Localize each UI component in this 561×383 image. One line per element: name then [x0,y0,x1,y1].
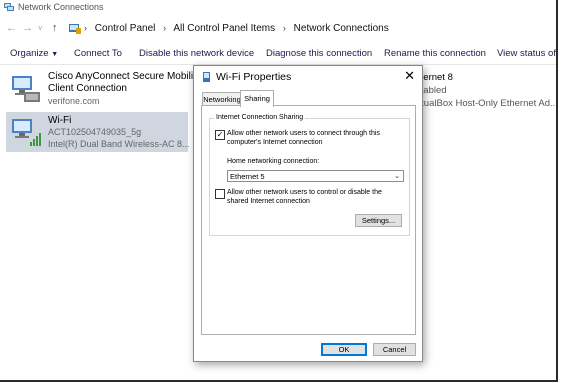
allow-connect-label: Allow other network users to connect thr… [227,130,380,137]
home-networking-label: Home networking connection: [227,158,320,165]
wifi-properties-dialog: Wi-Fi Properties ✕ Networking Sharing In… [193,65,423,362]
diagnose-button[interactable]: Diagnose this connection [266,48,372,59]
connection-name: Cisco AnyConnect Secure Mobility [48,71,201,82]
dropdown-arrow-icon: ▼ [51,51,59,58]
back-arrow-icon[interactable]: ← [6,22,17,34]
vpn-adapter-icon [12,76,40,102]
rename-button[interactable]: Rename this connection [384,48,486,59]
chevron-down-icon: ⌄ [394,173,400,180]
connection-device: Intel(R) Dual Band Wireless-AC 8... [48,139,190,149]
connection-cisco-anyconnect[interactable]: Cisco AnyConnect Secure Mobility Client … [6,68,201,108]
window-title: Network Connections [18,2,104,12]
connection-ethernet8-device: rtualBox Host-Only Ethernet Ad... [418,98,558,109]
connection-name: Wi-Fi [48,115,72,126]
breadcrumb-network-connections[interactable]: Network Connections [294,23,389,34]
sharing-tab-panel: Internet Connection Sharing ✓ Allow othe… [201,105,416,335]
breadcrumb-separator-icon: › [282,23,286,33]
organize-label: Organize [10,48,49,59]
connection-domain: verifone.com [48,96,100,106]
settings-button[interactable]: Settings... [355,214,402,227]
up-arrow-icon[interactable]: ↑ [52,22,58,34]
home-networking-value: Ethernet 5 [230,172,265,181]
network-connections-window: Network Connections ← → ˅ ↑ › Control Pa… [0,0,558,382]
breadcrumb-control-panel[interactable]: Control Panel [95,23,156,34]
connection-ssid: ACT102504749035_5g [48,127,142,137]
address-bar: ← → ˅ ↑ › Control Panel › All Control Pa… [0,18,556,40]
allow-control-checkbox[interactable] [215,189,225,199]
breadcrumb-separator-icon: › [84,23,87,33]
connect-to-button[interactable]: Connect To [74,48,122,59]
tab-sharing[interactable]: Sharing [240,90,274,107]
allow-control-label-line2: shared Internet connection [227,198,310,205]
ics-group-label: Internet Connection Sharing [214,114,306,121]
forward-arrow-icon[interactable]: → [22,22,33,34]
breadcrumb: › Control Panel › All Control Panel Item… [84,23,394,34]
allow-connect-checkbox[interactable]: ✓ [215,130,225,140]
view-status-button[interactable]: View status of t [497,48,556,59]
wifi-properties-icon [203,72,210,82]
allow-control-label: Allow other network users to control or … [227,189,382,196]
control-panel-icon [69,24,81,34]
network-connections-icon [4,3,14,11]
disable-device-button[interactable]: Disable this network device [139,48,254,59]
breadcrumb-all-items[interactable]: All Control Panel Items [173,23,275,34]
close-icon[interactable]: ✕ [404,68,415,84]
connection-name-line2: Client Connection [48,83,127,94]
cancel-button[interactable]: Cancel [373,343,416,356]
tab-networking[interactable]: Networking [202,92,242,106]
home-networking-select[interactable]: Ethernet 5 ⌄ [227,170,404,182]
connection-ethernet8-name[interactable]: hernet 8 [418,72,453,83]
connection-wifi[interactable]: Wi-Fi ACT102504749035_5g Intel(R) Dual B… [6,112,190,152]
dialog-title: Wi-Fi Properties [216,71,292,83]
ics-group: Internet Connection Sharing ✓ Allow othe… [209,114,410,236]
breadcrumb-separator-icon: › [163,23,167,33]
allow-connect-label-line2: computer's Internet connection [227,139,323,146]
title-bar: Network Connections [0,0,556,15]
checkmark-icon: ✓ [216,130,224,139]
wifi-adapter-icon [12,119,41,146]
command-bar: Organize ▼ Connect To Disable this netwo… [0,44,556,65]
ok-button[interactable]: OK [321,343,367,356]
recent-locations-chevron-icon[interactable]: ˅ [38,24,43,33]
organize-button[interactable]: Organize ▼ [10,48,58,59]
